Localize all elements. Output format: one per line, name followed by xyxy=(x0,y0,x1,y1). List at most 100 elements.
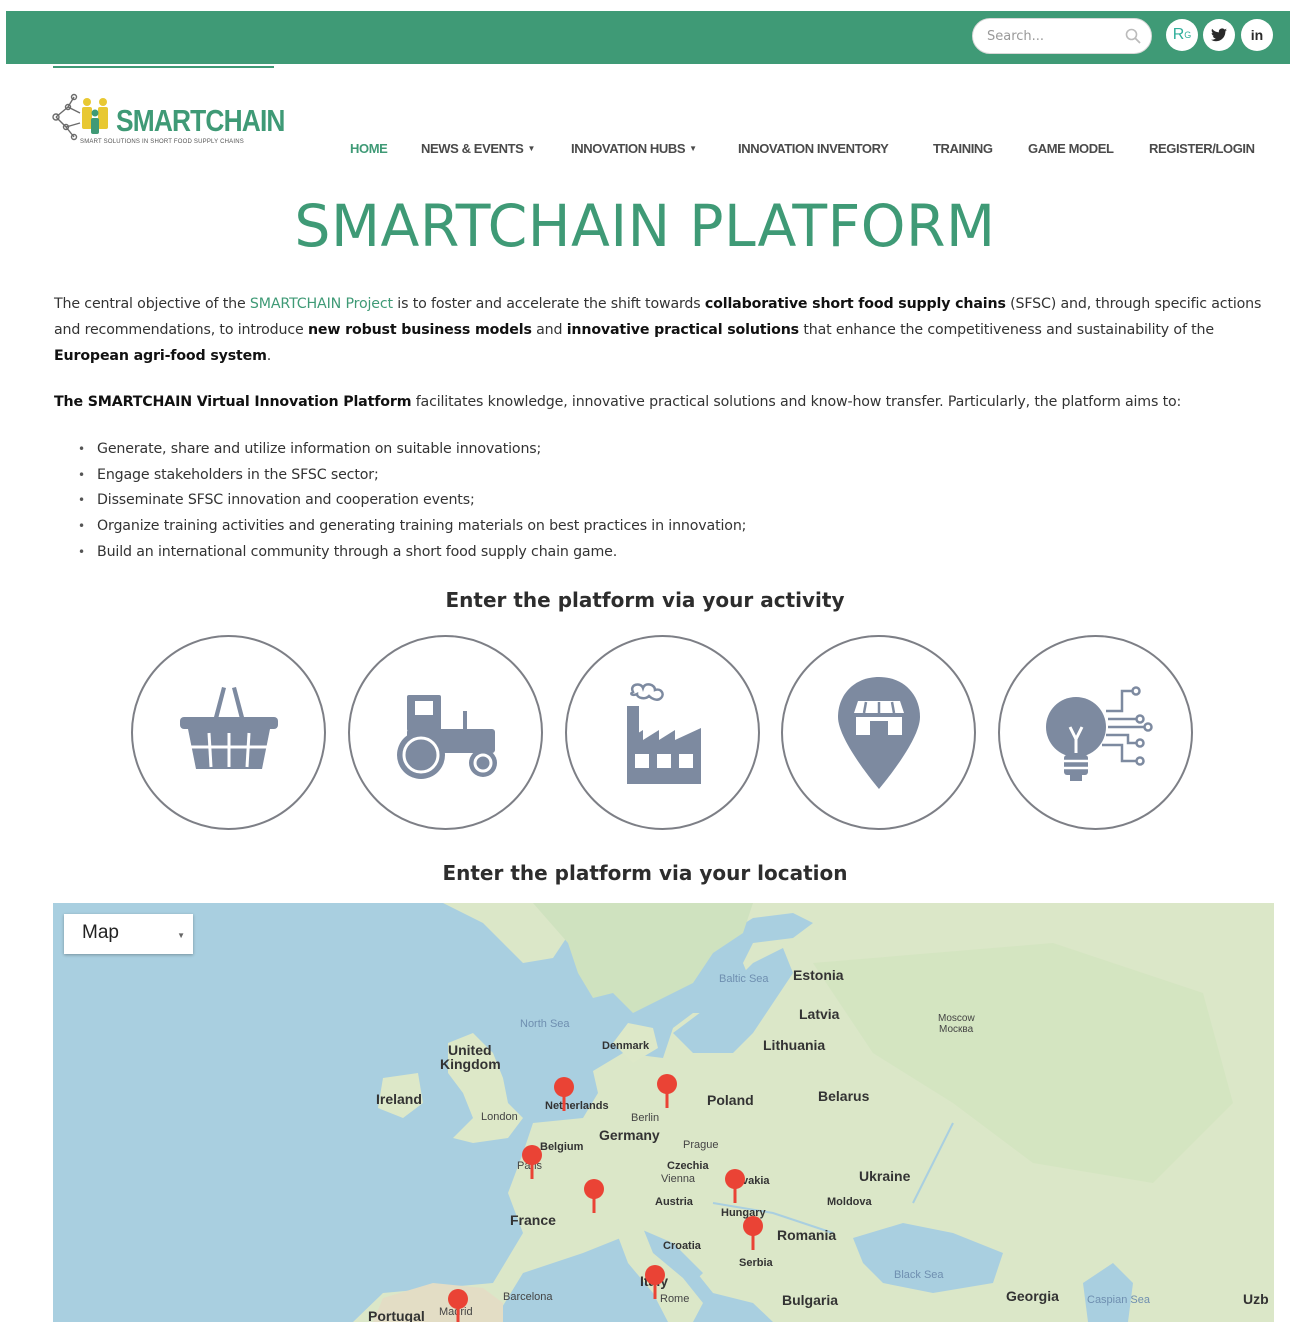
map-pin-serbia[interactable] xyxy=(741,1215,765,1251)
map-label: Ukraine xyxy=(859,1168,911,1184)
map-label: Berlin xyxy=(631,1112,660,1124)
logo-network-icon xyxy=(52,93,108,141)
search-box[interactable] xyxy=(972,18,1152,54)
map-label: Belarus xyxy=(818,1088,870,1104)
activity-heading: Enter the platform via your activity xyxy=(445,588,845,612)
nav-hubs-label: INNOVATION HUBS xyxy=(571,141,686,156)
aims-list: Generate, share and utilize information … xyxy=(78,437,746,566)
shop-pin-icon xyxy=(837,676,920,789)
list-item: Build an international community through… xyxy=(78,540,746,566)
map-label: Croatia xyxy=(663,1240,701,1252)
list-item: Generate, share and utilize information … xyxy=(78,437,746,463)
factory-icon xyxy=(626,682,701,784)
intro-text: . xyxy=(266,348,272,364)
map-pin-germany-north[interactable] xyxy=(655,1073,679,1109)
activity-retail-button[interactable] xyxy=(781,635,976,830)
nav-news-events[interactable]: NEWS & EVENTS ▼ xyxy=(421,141,535,156)
map-label: Barcelona xyxy=(503,1291,553,1303)
map-label: Ireland xyxy=(376,1091,422,1107)
map-label: Black Sea xyxy=(894,1269,944,1281)
page-title: SMARTCHAIN PLATFORM xyxy=(294,192,996,260)
location-map[interactable]: Map ▼ Estonia Latvia Lithuania Belarus Po… xyxy=(53,903,1274,1322)
intro-paragraph: The central objective of the SMARTCHAIN … xyxy=(54,291,1278,369)
map-pin-france-north[interactable] xyxy=(520,1144,544,1180)
lightbulb-circuit-icon xyxy=(1045,685,1153,781)
nav-register-login[interactable]: REGISTER/LOGIN xyxy=(1149,141,1255,156)
map-pin-netherlands[interactable] xyxy=(552,1076,576,1112)
nav-game-label: GAME MODEL xyxy=(1028,141,1114,156)
activity-processor-button[interactable] xyxy=(565,635,760,830)
nav-news-label: NEWS & EVENTS xyxy=(421,141,524,156)
map-label: Portugal xyxy=(368,1308,425,1322)
intro-bold: collaborative short food supply chains xyxy=(704,296,1006,312)
map-label: Denmark xyxy=(602,1040,650,1052)
map-label: London xyxy=(481,1111,518,1123)
map-label: Moldova xyxy=(827,1196,872,1208)
researchgate-icon[interactable]: RG xyxy=(1166,19,1198,51)
location-heading: Enter the platform via your location xyxy=(442,861,848,885)
map-label: Belgium xyxy=(540,1141,584,1153)
map-label: Caspian Sea xyxy=(1087,1294,1150,1306)
nav-home-label: HOME xyxy=(350,141,388,156)
logo-wordmark: SMARTCHAIN xyxy=(116,103,285,138)
smartchain-project-link[interactable]: SMARTCHAIN Project xyxy=(250,296,393,312)
platform-text: facilitates knowledge, innovative practi… xyxy=(411,394,1182,410)
map-pin-france-east[interactable] xyxy=(582,1178,606,1214)
twitter-icon[interactable] xyxy=(1203,19,1235,51)
map-label: Prague xyxy=(683,1139,719,1151)
map-pin-slovakia[interactable] xyxy=(723,1168,747,1204)
nav-game-model[interactable]: GAME MODEL xyxy=(1028,141,1114,156)
map-label: France xyxy=(510,1212,556,1228)
nav-register-label: REGISTER/LOGIN xyxy=(1149,141,1255,156)
list-item: Disseminate SFSC innovation and cooperat… xyxy=(78,488,746,514)
nav-training-label: TRAINING xyxy=(933,141,993,156)
map-label: Serbia xyxy=(739,1257,773,1269)
intro-text: that enhance the competitiveness and sus… xyxy=(798,322,1214,338)
intro-text: The central objective of the xyxy=(54,296,250,312)
tractor-icon xyxy=(396,694,497,779)
nav-training[interactable]: TRAINING xyxy=(933,141,993,156)
nav-home[interactable]: HOME xyxy=(350,141,388,156)
search-input[interactable] xyxy=(987,19,1127,53)
map-label: Moscow xyxy=(938,1013,975,1024)
map-label: Uzb xyxy=(1243,1291,1269,1307)
map-label: North Sea xyxy=(520,1018,570,1030)
smartchain-logo[interactable]: SMARTCHAIN SMART SOLUTIONS IN SHORT FOOD… xyxy=(52,93,285,149)
search-icon[interactable] xyxy=(1125,28,1141,44)
platform-bold: The SMARTCHAIN Virtual Innovation Platfo… xyxy=(54,394,412,410)
map-label: Москва xyxy=(939,1024,974,1035)
activity-innovation-button[interactable] xyxy=(998,635,1193,830)
map-type-select[interactable]: Map ▼ xyxy=(64,914,193,954)
map-label: Czechia xyxy=(667,1160,709,1172)
chevron-down-icon: ▼ xyxy=(527,144,535,153)
intro-text: and xyxy=(531,322,567,338)
chevron-down-icon: ▼ xyxy=(689,144,697,153)
top-bar: RG in xyxy=(6,11,1290,64)
activity-consumer-button[interactable] xyxy=(131,635,326,830)
list-item: Engage stakeholders in the SFSC sector; xyxy=(78,463,746,489)
linkedin-icon[interactable]: in xyxy=(1241,19,1273,51)
map-landmass xyxy=(353,903,1274,1322)
map-label: Lithuania xyxy=(763,1037,826,1053)
activity-farmer-button[interactable] xyxy=(348,635,543,830)
platform-paragraph: The SMARTCHAIN Virtual Innovation Platfo… xyxy=(54,389,1278,415)
list-item: Organize training activities and generat… xyxy=(78,514,746,540)
nav-innovation-inventory[interactable]: INNOVATION INVENTORY xyxy=(738,141,889,156)
map-label: Kingdom xyxy=(440,1056,501,1072)
intro-bold: European agri-food system xyxy=(54,348,267,364)
map-pin-spain[interactable] xyxy=(446,1288,470,1322)
logo-tagline: SMART SOLUTIONS IN SHORT FOOD SUPPLY CHA… xyxy=(80,139,244,145)
nav-inventory-label: INNOVATION INVENTORY xyxy=(738,141,889,156)
intro-bold: innovative practical solutions xyxy=(566,322,799,338)
map-label: Georgia xyxy=(1006,1288,1059,1304)
map-pin-italy[interactable] xyxy=(643,1264,667,1300)
nav-innovation-hubs[interactable]: INNOVATION HUBS ▼ xyxy=(571,141,697,156)
map-label: Austria xyxy=(655,1196,693,1208)
header-accent-line xyxy=(53,66,274,68)
chevron-down-icon: ▼ xyxy=(177,931,185,940)
map-label: Bulgaria xyxy=(782,1292,839,1308)
map-label: Germany xyxy=(599,1127,660,1143)
map-type-label: Map xyxy=(82,922,119,943)
intro-bold: new robust business models xyxy=(307,322,532,338)
map-label: Estonia xyxy=(793,967,844,983)
